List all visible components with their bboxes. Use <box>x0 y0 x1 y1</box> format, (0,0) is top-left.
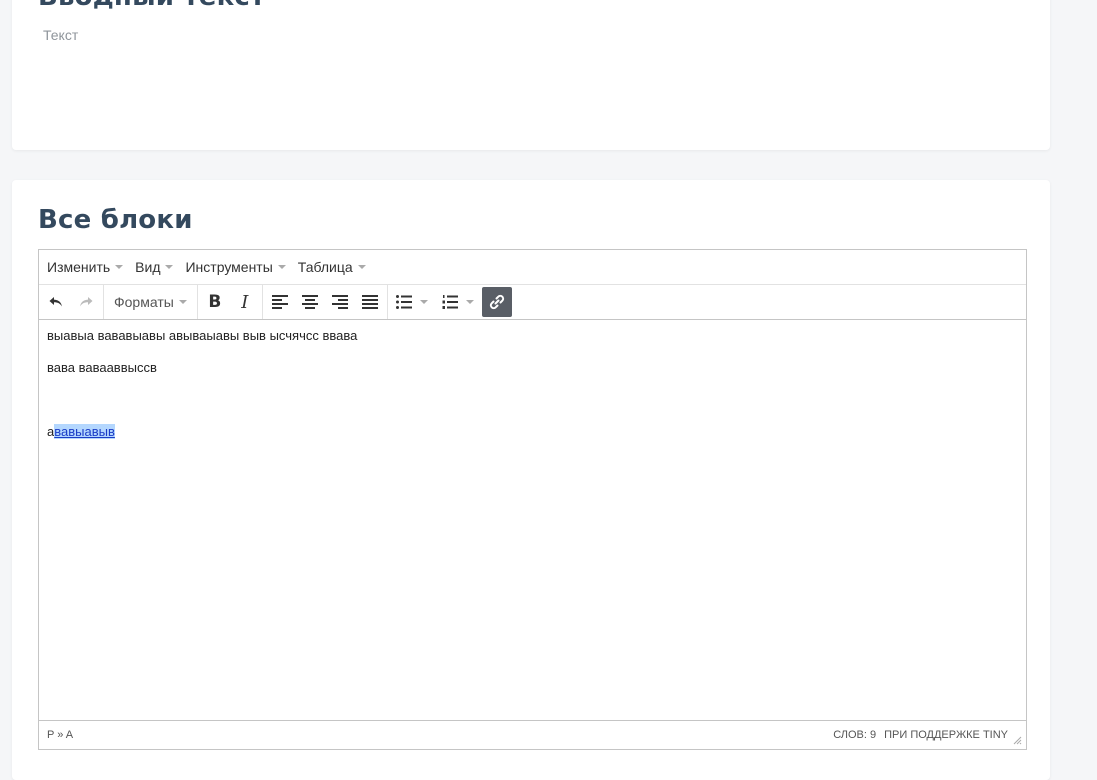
caret-down-icon <box>115 265 124 269</box>
editor-toolbar: Форматы B I <box>39 285 1026 320</box>
formats-group: Форматы <box>104 285 198 319</box>
menu-view-label: Вид <box>135 259 161 275</box>
status-right: СЛОВ: 9 ПРИ ПОДДЕРЖКЕ TINY <box>833 725 1026 745</box>
undo-icon <box>49 297 62 307</box>
align-left-button[interactable] <box>265 287 295 317</box>
bold-button[interactable]: B <box>200 287 230 317</box>
editor-menubar: Изменить Вид Инструменты Таблица <box>39 250 1026 285</box>
resize-handle-icon[interactable] <box>1012 735 1022 745</box>
formats-dropdown[interactable]: Форматы <box>106 287 195 317</box>
menu-edit[interactable]: Изменить <box>41 253 129 281</box>
formats-label: Форматы <box>114 294 174 310</box>
redo-button[interactable] <box>71 287 101 317</box>
align-justify-icon <box>361 295 378 309</box>
align-right-icon <box>331 295 348 309</box>
intro-text-card: Вводный текст Текст <box>12 0 1050 150</box>
align-group <box>263 285 388 319</box>
bold-icon: B <box>208 292 222 312</box>
paragraph: вава вавааввыссв <box>47 360 157 375</box>
editor-statusbar: P » A СЛОВ: 9 ПРИ ПОДДЕРЖКЕ TINY <box>39 720 1026 749</box>
style-group: B I <box>198 285 263 319</box>
undo-button[interactable] <box>41 287 71 317</box>
intro-text-title: Вводный текст <box>38 0 265 12</box>
intro-text-placeholder[interactable]: Текст <box>43 27 78 43</box>
caret-down-icon <box>465 300 474 304</box>
powered-by-link[interactable]: ПРИ ПОДДЕРЖКЕ TINY <box>884 729 1008 741</box>
italic-icon: I <box>241 291 249 313</box>
link-icon <box>489 294 504 310</box>
caret-down-icon <box>178 300 187 304</box>
bullet-list-icon <box>395 295 412 309</box>
menu-view[interactable]: Вид <box>129 253 179 281</box>
align-justify-button[interactable] <box>355 287 385 317</box>
align-right-button[interactable] <box>325 287 355 317</box>
caret-down-icon <box>419 300 428 304</box>
numbered-list-button[interactable] <box>436 287 464 317</box>
selected-link[interactable]: вавыавыв <box>54 424 115 439</box>
align-left-icon <box>271 295 288 309</box>
menu-tools[interactable]: Инструменты <box>179 253 291 281</box>
numbered-list-dropdown[interactable] <box>464 287 476 317</box>
all-blocks-card: Все блоки Изменить Вид Инструменты Табли… <box>12 180 1050 780</box>
paragraph-with-link: ававыавыв <box>47 424 1018 440</box>
link-button[interactable] <box>481 287 512 317</box>
caret-down-icon <box>357 265 366 269</box>
redo-icon <box>80 297 93 307</box>
numbered-list-icon <box>442 295 458 309</box>
element-path[interactable]: P » A <box>47 729 73 741</box>
all-blocks-title: Все блоки <box>38 205 193 235</box>
empty-paragraph <box>47 392 1018 408</box>
menu-edit-label: Изменить <box>47 259 111 275</box>
bullet-list-dropdown[interactable] <box>418 287 430 317</box>
list-link-group <box>388 285 514 319</box>
menu-table-label: Таблица <box>297 259 353 275</box>
bullet-list-button[interactable] <box>390 287 418 317</box>
menu-table[interactable]: Таблица <box>292 253 372 281</box>
history-group <box>39 285 104 319</box>
rich-text-editor: Изменить Вид Инструменты Таблица Форматы… <box>38 249 1027 750</box>
word-count: СЛОВ: 9 <box>833 729 877 741</box>
italic-button[interactable]: I <box>230 287 260 317</box>
caret-down-icon <box>165 265 174 269</box>
align-center-button[interactable] <box>295 287 325 317</box>
editor-content[interactable]: выавыа вававыавы авываыавы выв ысчячсс в… <box>39 320 1026 726</box>
menu-tools-label: Инструменты <box>185 259 273 275</box>
align-center-icon <box>301 295 318 309</box>
caret-down-icon <box>277 265 286 269</box>
paragraph: выавыа вававыавы авываыавы выв ысчячсс в… <box>47 328 358 343</box>
